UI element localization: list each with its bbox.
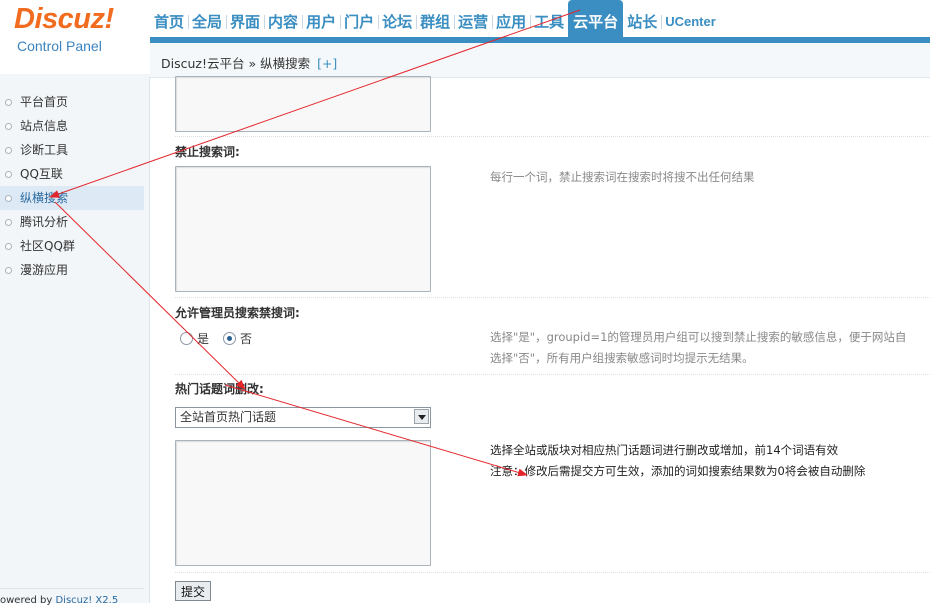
sidebar-item-search[interactable]: 纵横搜索	[0, 186, 144, 210]
admin-search-tip-1: 选择"是"，groupid=1的管理员用户组可以搜到禁止搜索的敏感信息，便于网站…	[490, 330, 907, 344]
ban-words-label: 禁止搜索词:	[175, 145, 240, 159]
nav-style[interactable]: 界面	[226, 0, 266, 37]
nav-forum[interactable]: 论坛	[378, 0, 418, 37]
divider	[175, 136, 930, 137]
divider	[175, 297, 930, 298]
hot-topics-tip-1: 选择全站或版块对相应热门话题词进行删改或增加，前14个词语有效	[490, 443, 839, 457]
main-content: 禁止搜索词: 每行一个词，禁止搜索词在搜索时将搜不出任何结果 允许管理员搜索禁搜…	[150, 76, 930, 603]
sidebar-item-site-info[interactable]: 站点信息	[0, 114, 144, 138]
nav-group[interactable]: 群组	[416, 0, 456, 37]
nav-operation[interactable]: 运营	[454, 0, 494, 37]
radio-icon	[180, 332, 193, 345]
bullet-icon	[5, 171, 12, 178]
bullet-icon	[5, 99, 12, 106]
breadcrumb-row: Discuz!云平台 » 纵横搜索 [+]	[150, 43, 930, 78]
hot-topics-select[interactable]: 全站首页热门话题	[175, 407, 431, 428]
logo: Discuz! Control Panel	[0, 0, 150, 74]
bullet-icon	[5, 243, 12, 250]
admin-search-label: 允许管理员搜索禁搜词:	[175, 306, 300, 320]
breadcrumb-text: Discuz!云平台 » 纵横搜索	[161, 56, 311, 71]
hot-topics-tip-2: 注意：修改后需提交方可生效，添加的词如搜索结果数为0将会被自动删除	[490, 464, 866, 478]
sidebar-item-community-qq-group[interactable]: 社区QQ群	[0, 234, 144, 258]
previous-textarea[interactable]	[175, 76, 431, 132]
nav-global[interactable]: 全局	[188, 0, 228, 37]
nav-user[interactable]: 用户	[302, 0, 342, 37]
nav-webmaster[interactable]: 站长	[623, 0, 663, 37]
powered-by: owered by Discuz! X2.5	[0, 595, 119, 606]
nav-ucenter[interactable]: UCenter	[661, 0, 720, 37]
chevron-down-icon	[414, 409, 429, 424]
hot-topics-label: 热门话题词删改:	[175, 382, 264, 396]
admin-search-tip-2: 选择"否"，所有用户组搜索敏感词时均提示无结果。	[490, 351, 754, 365]
breadcrumb: Discuz!云平台 » 纵横搜索 [+]	[161, 53, 337, 72]
radio-checked-icon	[223, 332, 236, 345]
admin-search-yes-radio[interactable]: 是	[180, 330, 209, 347]
add-shortcut-button[interactable]: [+]	[317, 56, 337, 71]
submit-button[interactable]: 提交	[175, 581, 211, 601]
bullet-icon	[5, 147, 12, 154]
logo-subtitle: Control Panel	[17, 38, 102, 54]
sidebar-item-tencent-analytics[interactable]: 腾讯分析	[0, 210, 144, 234]
bullet-icon	[5, 267, 12, 274]
sidebar: 平台首页 站点信息 诊断工具 QQ互联 纵横搜索 腾讯分析 社区QQ群 漫游应用…	[0, 74, 150, 606]
nav-tools[interactable]: 工具	[530, 0, 570, 37]
ban-words-textarea[interactable]	[175, 166, 431, 292]
sidebar-item-platform-home[interactable]: 平台首页	[0, 90, 144, 114]
hot-topics-select-value: 全站首页热门话题	[180, 410, 277, 424]
sidebar-item-qq-connect[interactable]: QQ互联	[0, 162, 144, 186]
ban-words-tip: 每行一个词，禁止搜索词在搜索时将搜不出任何结果	[490, 170, 755, 184]
bullet-icon	[5, 219, 12, 226]
sidebar-item-diagnostic-tools[interactable]: 诊断工具	[0, 138, 144, 162]
divider	[0, 588, 144, 589]
logo-brand: Discuz!	[14, 3, 114, 35]
hot-topics-textarea[interactable]	[175, 440, 431, 566]
top-nav: 首页 全局 界面 内容 用户 门户 论坛 群组 运营 应用 工具 云平台 站长 …	[150, 0, 930, 43]
divider	[175, 374, 930, 375]
nav-home[interactable]: 首页	[150, 0, 190, 37]
admin-search-no-radio[interactable]: 否	[223, 330, 252, 347]
nav-portal[interactable]: 门户	[340, 0, 380, 37]
bullet-icon	[5, 123, 12, 130]
nav-content[interactable]: 内容	[264, 0, 304, 37]
sidebar-item-manyou-apps[interactable]: 漫游应用	[0, 258, 144, 282]
nav-apps[interactable]: 应用	[492, 0, 532, 37]
bullet-icon	[5, 195, 12, 202]
divider	[175, 572, 930, 573]
